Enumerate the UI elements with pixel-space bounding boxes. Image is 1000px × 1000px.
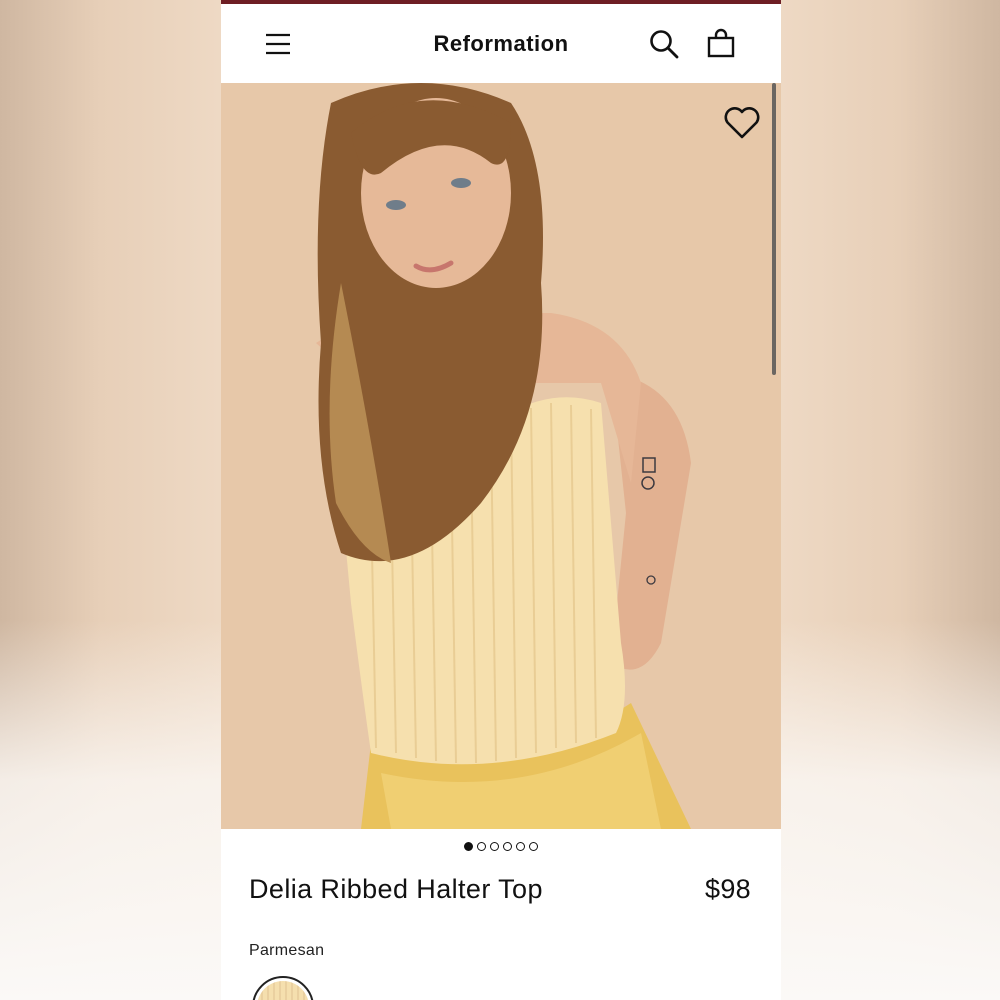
gallery-dot-4[interactable] xyxy=(503,841,512,851)
brand-logo[interactable]: Reformation xyxy=(433,31,568,57)
heart-icon[interactable] xyxy=(723,105,761,141)
color-name: Parmesan xyxy=(249,942,325,959)
gallery-dot-5[interactable] xyxy=(516,841,525,851)
gallery-dot-1[interactable] xyxy=(464,841,473,851)
menu-icon[interactable] xyxy=(265,31,291,57)
site-header: Reformation xyxy=(221,4,781,83)
product-price: $98 xyxy=(705,874,751,904)
gallery-dot-3[interactable] xyxy=(490,841,499,851)
color-swatch-parmesan[interactable] xyxy=(252,976,314,1000)
gallery-dot-6[interactable] xyxy=(529,841,538,851)
shopping-bag-icon[interactable] xyxy=(706,28,736,58)
product-title: Delia Ribbed Halter Top xyxy=(249,874,543,904)
gallery-pagination xyxy=(221,838,781,854)
swatch-fill xyxy=(257,981,309,1000)
scrollbar[interactable] xyxy=(772,83,776,375)
gallery-dot-2[interactable] xyxy=(477,841,486,851)
model-photo-illustration xyxy=(221,83,781,829)
mobile-screen: Reformation Delia Ribbed Halter Top $98 … xyxy=(221,0,781,1000)
product-image[interactable] xyxy=(221,83,781,829)
search-icon[interactable] xyxy=(649,29,679,59)
